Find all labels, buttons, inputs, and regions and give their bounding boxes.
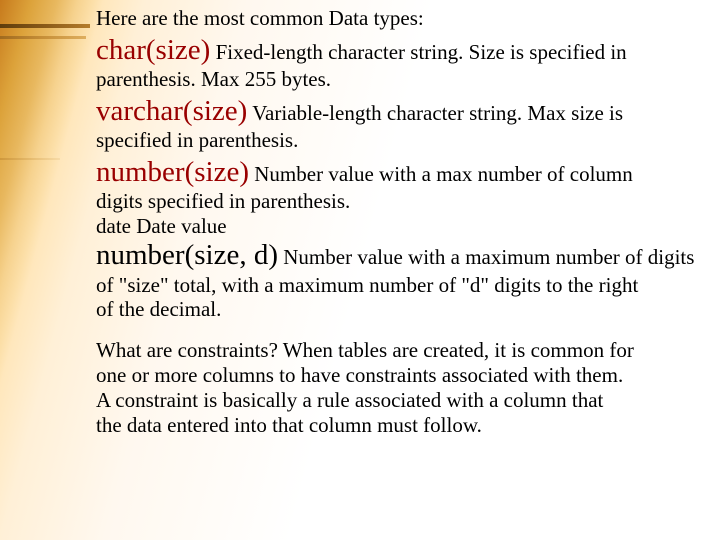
- intro-line: Here are the most common Data types:: [96, 6, 720, 31]
- type-number-d: number(size, d) Number value with a maxi…: [96, 238, 720, 322]
- type-number: number(size) Number value with a max num…: [96, 155, 720, 214]
- type-cont: parenthesis. Max 255 bytes.: [96, 67, 720, 92]
- type-varchar: varchar(size) Variable-length character …: [96, 94, 720, 153]
- type-cont: of the decimal.: [96, 297, 720, 322]
- para-line: What are constraints? When tables are cr…: [96, 338, 710, 363]
- type-desc: Number value with a max number of column: [249, 162, 633, 186]
- type-cont: digits specified in parenthesis.: [96, 189, 720, 214]
- type-name: varchar(size): [96, 95, 247, 127]
- type-desc: Fixed-length character string. Size is s…: [210, 40, 626, 64]
- constraints-paragraph: What are constraints? When tables are cr…: [96, 338, 720, 437]
- para-line: the data entered into that column must f…: [96, 413, 710, 438]
- type-name: char(size): [96, 34, 210, 66]
- content: Here are the most common Data types: cha…: [96, 6, 720, 437]
- type-name: number(size): [96, 156, 249, 188]
- decor-bar: [0, 158, 60, 160]
- type-date: date Date value: [96, 214, 720, 239]
- type-desc: Variable-length character string. Max si…: [247, 101, 623, 125]
- type-name: number(size, d): [96, 239, 278, 271]
- decor-bar: [0, 24, 90, 28]
- para-line: A constraint is basically a rule associa…: [96, 388, 710, 413]
- decor-bar: [0, 36, 86, 39]
- type-cont: specified in parenthesis.: [96, 128, 720, 153]
- para-line: one or more columns to have constraints …: [96, 363, 710, 388]
- type-char: char(size) Fixed-length character string…: [96, 33, 720, 92]
- type-desc: Number value with a maximum number of di…: [278, 245, 694, 269]
- slide: Here are the most common Data types: cha…: [0, 0, 720, 540]
- type-cont: of "size" total, with a maximum number o…: [96, 273, 720, 298]
